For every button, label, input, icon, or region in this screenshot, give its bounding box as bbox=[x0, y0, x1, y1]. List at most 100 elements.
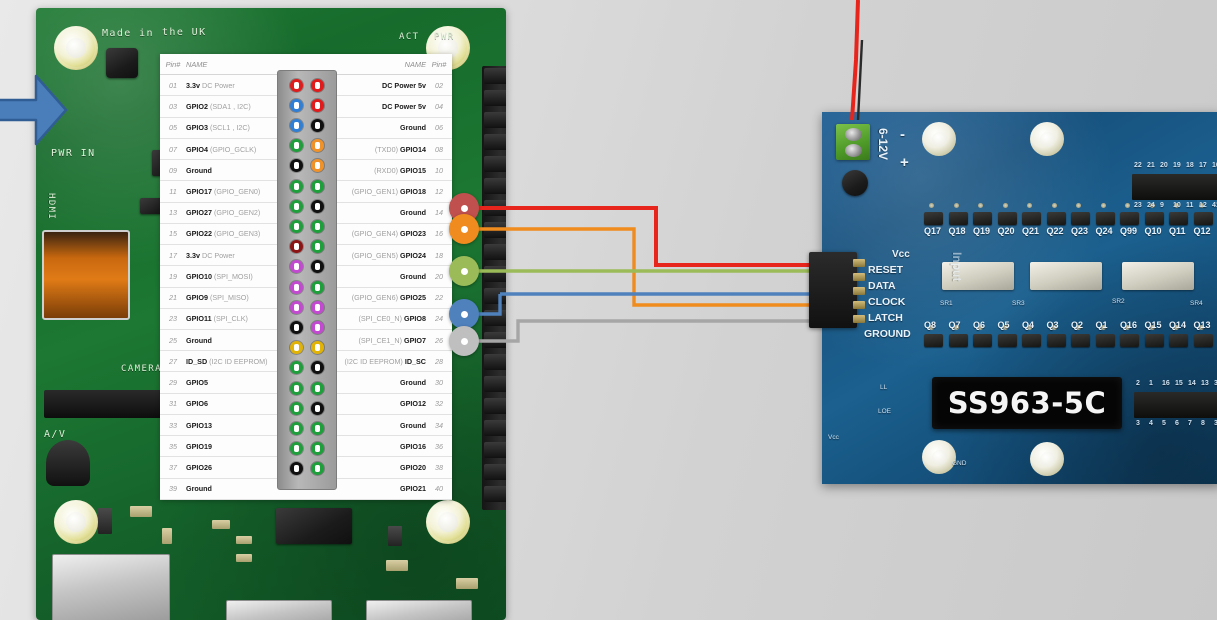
pin-dot-pair bbox=[278, 156, 336, 176]
transistor-q5 bbox=[997, 334, 1017, 347]
label-power-minus: - bbox=[900, 126, 905, 143]
capacitor-c88 bbox=[386, 560, 408, 571]
label-data: DATA bbox=[868, 280, 896, 292]
label-clock: CLOCK bbox=[868, 296, 906, 308]
pin-number-left: 29 bbox=[160, 371, 186, 394]
pin-dot-black bbox=[311, 118, 324, 132]
pin-dot-black bbox=[290, 159, 303, 173]
terminal-green[interactable] bbox=[449, 256, 479, 286]
pin-dot-black bbox=[311, 401, 324, 415]
gpio-slot bbox=[484, 244, 506, 260]
transistor-label-q99: Q99 bbox=[1120, 226, 1138, 236]
gpio-header-40pin[interactable] bbox=[482, 66, 506, 510]
usb-port-mid bbox=[226, 600, 332, 620]
transistor-label-q19: Q19 bbox=[973, 226, 991, 236]
pin-dot-green bbox=[311, 442, 324, 456]
terminal-screw-bottom bbox=[845, 144, 862, 157]
pin-name-right: (TXD0) GPIO14 bbox=[335, 138, 426, 161]
pin-dot-purple bbox=[311, 320, 324, 334]
transistor-q21 bbox=[1022, 212, 1041, 225]
silk-the-uk: the UK bbox=[162, 27, 207, 38]
gpio-slot bbox=[484, 486, 506, 502]
silk-sr4: SR4 bbox=[1190, 300, 1203, 307]
pin-name-left: Ground bbox=[186, 478, 277, 501]
header-pin-label-13: 13 bbox=[1201, 380, 1209, 387]
transistor-label-q1: Q1 bbox=[1095, 320, 1108, 330]
pin-dot-green bbox=[290, 381, 303, 395]
usb-port-left bbox=[52, 554, 170, 620]
pin-dot-green bbox=[311, 219, 324, 233]
pin-number-right: 32 bbox=[426, 393, 452, 415]
transistor-label-q24: Q24 bbox=[1095, 226, 1113, 236]
pin-dot-green bbox=[290, 442, 303, 456]
pin-name-left: GPIO3 (SCL1 , I2C) bbox=[186, 117, 277, 139]
terminal-gray[interactable] bbox=[449, 326, 479, 356]
header-pin-label-11: 11 bbox=[1186, 202, 1194, 209]
pin-dot-pair bbox=[278, 358, 336, 378]
pin-name-left: GPIO27 (GPIO_GEN2) bbox=[186, 202, 277, 224]
transistor-q4 bbox=[388, 526, 402, 546]
terminal-orange[interactable] bbox=[449, 214, 479, 244]
header-pin-label-10: 10 bbox=[1173, 202, 1181, 209]
input-connector-block[interactable] bbox=[809, 252, 865, 328]
transistor-label-q5: Q5 bbox=[997, 320, 1010, 330]
capacitor-c58 bbox=[98, 508, 112, 534]
transistor-label-q2: Q2 bbox=[1071, 320, 1084, 330]
pin-name-right: (RXD0) GPIO15 bbox=[335, 159, 426, 182]
pin-dot-red bbox=[311, 98, 324, 112]
transistor-q3 bbox=[1046, 334, 1066, 347]
header-top-right[interactable] bbox=[1132, 174, 1217, 200]
pin-number-left: 01 bbox=[160, 74, 186, 97]
gpio-slot bbox=[484, 288, 506, 304]
solder-pad bbox=[1051, 203, 1057, 208]
ic-main-bottom bbox=[276, 508, 352, 544]
pin-name-right: (GPIO_GEN5) GPIO24 bbox=[335, 244, 426, 267]
header-bottom-right[interactable] bbox=[1134, 392, 1217, 418]
transistor-label-q20: Q20 bbox=[997, 226, 1015, 236]
label-power-voltage: 6-12V bbox=[876, 128, 890, 161]
header-right-name: NAME bbox=[335, 54, 426, 76]
silk-sr3: SR3 bbox=[1012, 300, 1025, 307]
pin-number-right: 40 bbox=[426, 478, 452, 501]
gpio-slot bbox=[484, 332, 506, 348]
gpio-slot bbox=[484, 222, 506, 238]
pin-dot-pair bbox=[278, 136, 336, 156]
gpio-slot bbox=[484, 200, 506, 216]
header-pin-label-8: 8 bbox=[1201, 420, 1205, 427]
pin-name-left: GPIO11 (SPI_CLK) bbox=[186, 308, 277, 331]
pin-number-left: 23 bbox=[160, 308, 186, 331]
solder-pad bbox=[978, 203, 983, 208]
transistor-label-q11: Q11 bbox=[1169, 226, 1186, 236]
header-pin-label-1: 1 bbox=[1149, 380, 1153, 387]
pin-name-right: Ground bbox=[335, 265, 426, 288]
wire-clock-blue bbox=[465, 292, 818, 316]
transistor-q17 bbox=[924, 212, 943, 225]
header-right-pin: Pin# bbox=[426, 54, 452, 76]
header-pin-label-18: 18 bbox=[1186, 162, 1194, 169]
seven-segment-display: SS963-5C bbox=[932, 377, 1122, 429]
header-pin-label-14: 14 bbox=[1188, 380, 1196, 387]
pin-number-left: 37 bbox=[160, 456, 186, 479]
solder-pad bbox=[1027, 203, 1032, 208]
pin-number-right: 14 bbox=[426, 202, 452, 224]
power-terminal-block[interactable] bbox=[836, 124, 870, 160]
gpio-slot bbox=[484, 112, 506, 128]
terminal-blue[interactable] bbox=[449, 299, 479, 329]
pin-number-left: 13 bbox=[160, 202, 186, 224]
silk-gnd: GND bbox=[952, 460, 967, 467]
gpio-slot bbox=[484, 464, 506, 480]
hdmi-port bbox=[42, 230, 130, 320]
header-pin-label-9: 9 bbox=[1160, 202, 1164, 209]
pin-dot-green bbox=[290, 179, 303, 193]
pin-name-left: 3.3v DC Power bbox=[186, 74, 277, 97]
pin-name-left: Ground bbox=[186, 159, 277, 182]
pin-number-left: 09 bbox=[160, 159, 186, 182]
pin-name-right: (GPIO_GEN6) GPIO25 bbox=[335, 287, 426, 309]
capacitor-c61 bbox=[162, 528, 172, 544]
pin-name-right: GPIO12 bbox=[335, 393, 426, 415]
gpio-slot bbox=[484, 398, 506, 414]
inductor-4r7 bbox=[106, 48, 138, 78]
pin-dot-pair bbox=[278, 418, 336, 438]
silk-act: ACT bbox=[399, 32, 420, 42]
pin-number-left: 35 bbox=[160, 435, 186, 458]
